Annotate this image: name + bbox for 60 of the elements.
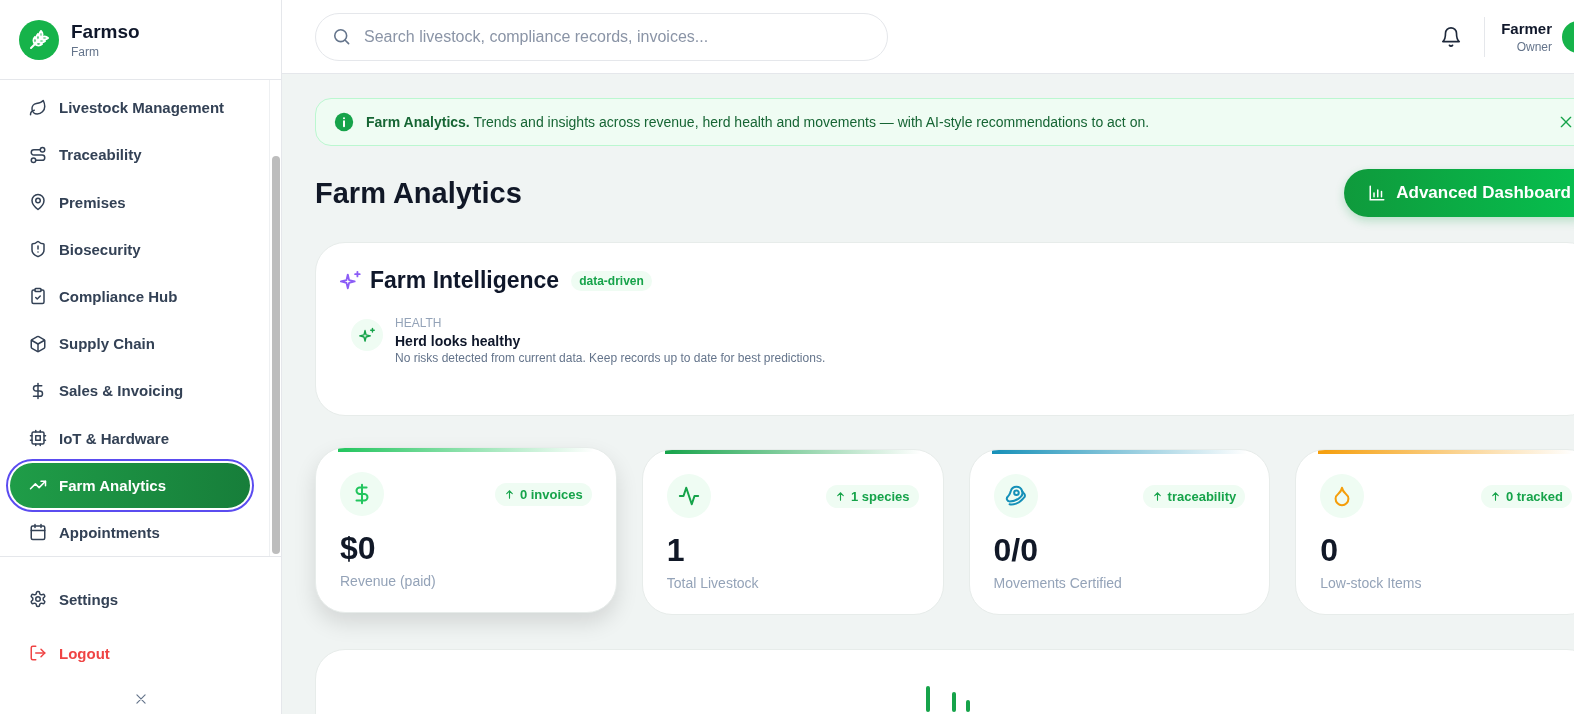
banner-message: Farm Analytics. Trends and insights across revenue, herd health and movements — with AI-style recommendations to act on. xyxy=(366,114,1150,130)
stat-label: Movements Certified xyxy=(993,575,1123,591)
box-icon xyxy=(29,334,47,353)
trend-text: 0 invoices xyxy=(519,486,583,502)
sparkles-icon xyxy=(351,319,383,351)
shield-alert-icon xyxy=(29,240,47,259)
settings-icon xyxy=(29,590,47,608)
sidebar-item[interactable]: Biosecurity xyxy=(0,226,269,272)
trend-text: 0 tracked xyxy=(1505,488,1563,504)
stat-value: 0/0 xyxy=(993,532,1039,569)
sidebar-item[interactable]: Supply Chain xyxy=(0,321,269,367)
leaf-icon xyxy=(29,98,47,117)
close-icon[interactable] xyxy=(1558,114,1574,130)
user-role: Owner xyxy=(1516,39,1552,54)
insight-title: Herd looks healthy xyxy=(395,333,522,349)
stat-value: $0 xyxy=(340,530,377,567)
close-icon[interactable] xyxy=(133,692,148,706)
clipboard-check-icon xyxy=(29,287,47,306)
bar-chart-drawing xyxy=(926,686,972,712)
stat-label: Low-stock Items xyxy=(1320,575,1423,591)
map-pin-icon xyxy=(29,193,47,211)
scrollbar[interactable] xyxy=(269,80,281,556)
sidebar-item[interactable]: Livestock Management xyxy=(0,85,269,131)
search-icon xyxy=(332,26,351,46)
brand-name: Farmso xyxy=(71,20,140,43)
sidebar-item[interactable]: Appointments xyxy=(0,509,269,556)
arrow-up-icon xyxy=(503,488,515,500)
arrow-up-icon xyxy=(834,490,846,502)
stat-label: Total Livestock xyxy=(666,575,760,591)
calendar-icon xyxy=(29,523,47,542)
bell-icon[interactable] xyxy=(1440,25,1463,48)
logout-icon xyxy=(29,644,47,662)
arrow-up-icon xyxy=(1489,490,1501,502)
sidebar-item[interactable]: Logout xyxy=(0,627,281,679)
sidebar-item[interactable]: Premises xyxy=(0,179,269,225)
user-name: Farmer xyxy=(1501,19,1552,37)
stat-value: 1 xyxy=(666,532,686,569)
route-icon xyxy=(29,145,47,164)
sidebar-item[interactable]: Compliance Hub xyxy=(0,273,269,319)
sidebar-item[interactable]: Settings xyxy=(0,573,281,625)
section-title: Farm Intelligence xyxy=(370,267,560,294)
bar-chart-icon xyxy=(1368,184,1387,202)
stat-label: Revenue (paid) xyxy=(340,573,437,589)
wheat-logo-icon xyxy=(19,19,59,60)
arrow-up-icon xyxy=(1151,490,1163,502)
data-driven-badge: data-driven xyxy=(571,270,652,291)
trend-text: 1 species xyxy=(850,488,910,504)
sidebar-item[interactable]: IoT & Hardware xyxy=(0,415,269,461)
sidebar-item[interactable]: Traceability xyxy=(0,132,269,178)
brand-subtitle: Farm xyxy=(71,44,100,59)
stat-value: 0 xyxy=(1320,532,1340,569)
sidebar-item[interactable]: Sales & Invoicing xyxy=(0,368,269,414)
chip-icon xyxy=(29,429,47,447)
page-title: Farm Analytics xyxy=(315,176,522,210)
info-icon xyxy=(334,112,354,132)
search-field[interactable]: Search livestock, compliance records, invoices... xyxy=(315,12,888,61)
trend-text: traceability xyxy=(1167,488,1237,504)
sparkles-icon xyxy=(340,269,362,292)
insight-description: No risks detected from current data. Keep records up to date for best predictions. xyxy=(395,351,826,365)
insight-category: HEALTH xyxy=(395,316,443,330)
